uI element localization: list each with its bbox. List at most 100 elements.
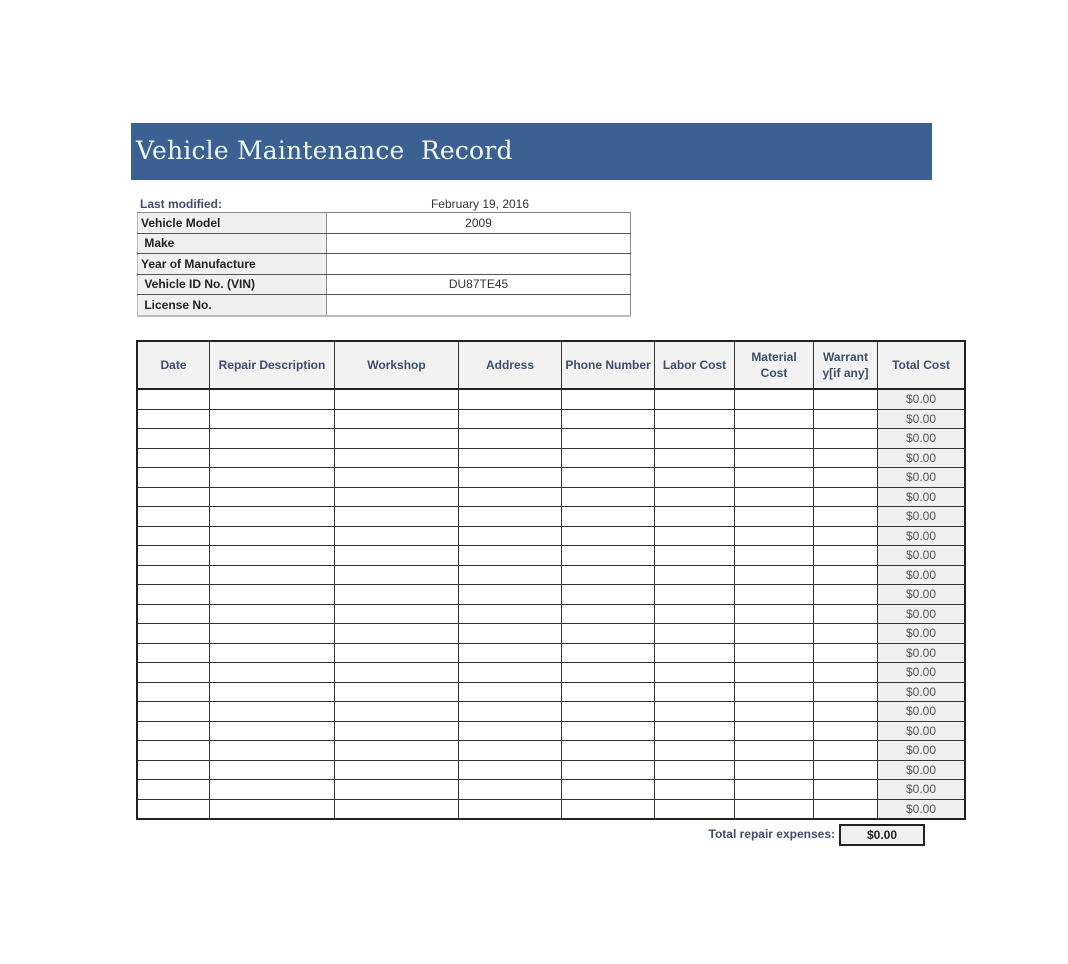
row-total-cost[interactable]: $0.00 [877,428,966,449]
table-cell[interactable] [813,623,878,644]
table-cell[interactable] [561,779,655,800]
table-cell[interactable] [209,389,335,410]
table-cell[interactable] [654,760,735,780]
table-cell[interactable] [561,662,655,683]
table-cell[interactable] [458,409,562,429]
table-cell[interactable] [813,740,878,761]
table-cell[interactable] [813,584,878,605]
info-value[interactable] [326,294,631,317]
table-cell[interactable] [561,584,655,605]
table-cell[interactable] [734,584,814,605]
table-cell[interactable] [136,721,210,741]
table-cell[interactable] [209,682,335,702]
table-cell[interactable] [654,662,735,683]
table-cell[interactable] [734,526,814,546]
table-cell[interactable] [561,467,655,488]
table-cell[interactable] [209,701,335,722]
table-cell[interactable] [813,760,878,780]
table-cell[interactable] [734,760,814,780]
table-cell[interactable] [136,467,210,488]
table-cell[interactable] [334,389,459,410]
table-cell[interactable] [654,721,735,741]
table-cell[interactable] [458,604,562,624]
info-value[interactable]: 2009 [326,212,631,234]
table-cell[interactable] [334,799,459,820]
table-cell[interactable] [209,448,335,468]
table-cell[interactable] [136,526,210,546]
table-cell[interactable] [813,428,878,449]
table-cell[interactable] [458,448,562,468]
table-cell[interactable] [209,565,335,585]
table-cell[interactable] [458,545,562,566]
table-cell[interactable] [334,662,459,683]
table-cell[interactable] [458,623,562,644]
table-cell[interactable] [654,565,735,585]
table-cell[interactable] [734,799,814,820]
table-cell[interactable] [813,448,878,468]
table-cell[interactable] [458,506,562,527]
table-cell[interactable] [734,779,814,800]
table-cell[interactable] [136,389,210,410]
row-total-cost[interactable]: $0.00 [877,409,966,429]
table-cell[interactable] [136,779,210,800]
table-cell[interactable] [561,701,655,722]
row-total-cost[interactable]: $0.00 [877,682,966,702]
table-cell[interactable] [813,389,878,410]
table-cell[interactable] [136,428,210,449]
table-cell[interactable] [136,662,210,683]
row-total-cost[interactable]: $0.00 [877,623,966,644]
table-cell[interactable] [813,487,878,507]
table-cell[interactable] [561,799,655,820]
table-cell[interactable] [734,565,814,585]
table-cell[interactable] [209,721,335,741]
table-cell[interactable] [561,740,655,761]
table-cell[interactable] [654,467,735,488]
table-cell[interactable] [654,643,735,663]
table-cell[interactable] [654,623,735,644]
table-cell[interactable] [136,409,210,429]
table-cell[interactable] [813,467,878,488]
table-cell[interactable] [334,740,459,761]
table-cell[interactable] [561,526,655,546]
table-cell[interactable] [136,448,210,468]
table-cell[interactable] [734,740,814,761]
table-cell[interactable] [734,409,814,429]
table-cell[interactable] [334,487,459,507]
table-cell[interactable] [334,760,459,780]
row-total-cost[interactable]: $0.00 [877,565,966,585]
table-cell[interactable] [813,682,878,702]
table-cell[interactable] [136,604,210,624]
table-cell[interactable] [458,643,562,663]
table-cell[interactable] [334,506,459,527]
table-cell[interactable] [209,760,335,780]
row-total-cost[interactable]: $0.00 [877,760,966,780]
table-cell[interactable] [813,526,878,546]
info-value[interactable]: DU87TE45 [326,274,631,295]
table-cell[interactable] [734,682,814,702]
table-cell[interactable] [561,545,655,566]
table-cell[interactable] [734,506,814,527]
row-total-cost[interactable]: $0.00 [877,701,966,722]
table-cell[interactable] [654,740,735,761]
table-cell[interactable] [209,584,335,605]
table-cell[interactable] [209,623,335,644]
table-cell[interactable] [813,721,878,741]
table-cell[interactable] [561,623,655,644]
table-cell[interactable] [136,545,210,566]
table-cell[interactable] [209,428,335,449]
table-cell[interactable] [136,740,210,761]
table-cell[interactable] [458,662,562,683]
table-cell[interactable] [209,662,335,683]
table-cell[interactable] [813,701,878,722]
table-cell[interactable] [334,623,459,644]
table-cell[interactable] [458,721,562,741]
table-cell[interactable] [813,565,878,585]
table-cell[interactable] [334,467,459,488]
table-cell[interactable] [813,779,878,800]
table-cell[interactable] [209,779,335,800]
table-cell[interactable] [334,526,459,546]
table-cell[interactable] [813,643,878,663]
row-total-cost[interactable]: $0.00 [877,545,966,566]
row-total-cost[interactable]: $0.00 [877,467,966,488]
table-cell[interactable] [654,409,735,429]
